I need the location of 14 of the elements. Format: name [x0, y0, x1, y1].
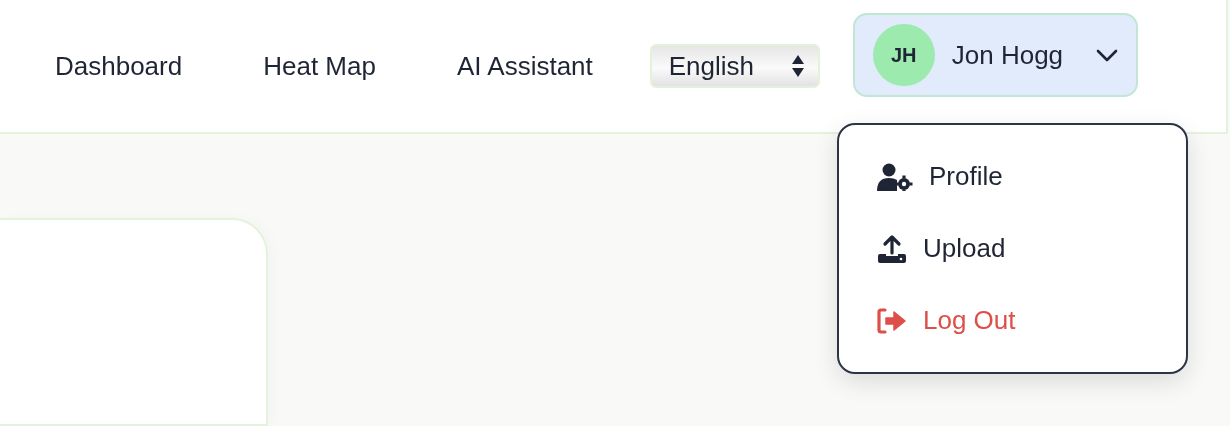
user-menu-button[interactable]: JH Jon Hogg: [852, 13, 1138, 97]
user-gear-icon: [877, 162, 913, 191]
menu-item[interactable]: Profile: [877, 154, 1003, 199]
user-avatar: JH: [872, 24, 935, 86]
log-out-icon: [877, 307, 907, 334]
chevron-icon: [1095, 48, 1118, 62]
nav-link[interactable]: AI Assistant: [456, 50, 593, 82]
menu-item[interactable]: Upload: [877, 226, 1006, 271]
menu-item[interactable]: Log Out: [877, 298, 1016, 343]
nav-link[interactable]: Dashboard: [55, 50, 183, 82]
nav-link[interactable]: Heat Map: [263, 50, 376, 82]
upload-icon: [877, 233, 907, 264]
sort-arrows-icon: [791, 54, 804, 78]
language-select[interactable]: English: [649, 44, 820, 88]
